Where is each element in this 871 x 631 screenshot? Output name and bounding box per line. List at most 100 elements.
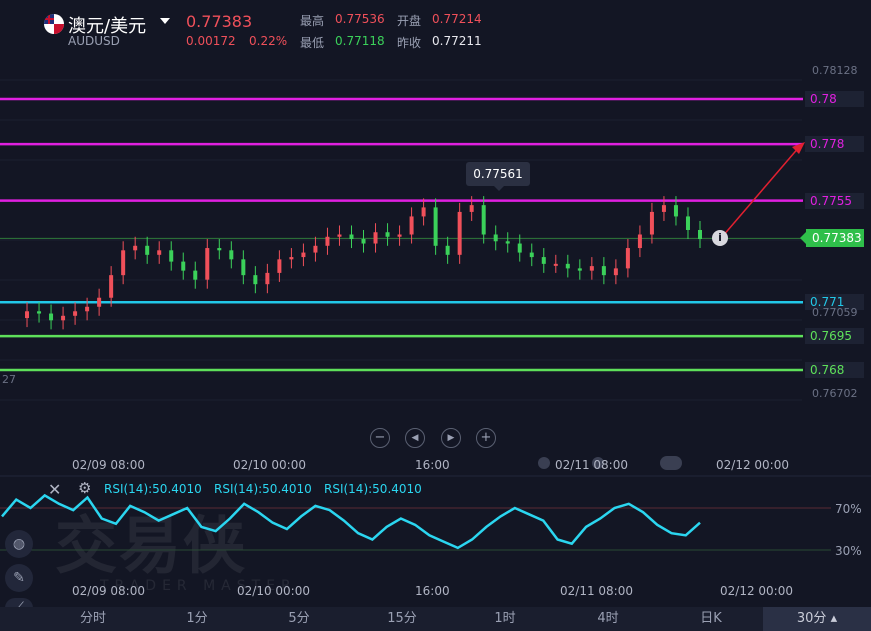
candle-body	[133, 245, 138, 251]
rsi-upper-label: 70%	[835, 502, 862, 516]
candle-body	[601, 266, 606, 276]
level-label: 0.78	[805, 91, 864, 107]
indicator-icon[interactable]: ◍	[5, 530, 33, 558]
candle-body	[637, 234, 642, 249]
tab-5min[interactable]: 5分	[268, 607, 330, 631]
price-axis-label: 0.76702	[812, 387, 858, 400]
candle-body	[589, 266, 594, 271]
time-axis-label: 16:00	[415, 458, 450, 472]
scroll-right-button[interactable]: ▶	[441, 428, 461, 448]
zoom-in-button[interactable]: +	[476, 428, 496, 448]
candle-body	[49, 313, 54, 321]
left-edge-label: 27	[2, 373, 16, 386]
candle-body	[673, 205, 678, 217]
level-label: 0.778	[805, 136, 864, 153]
toggle-icon	[538, 457, 550, 469]
period-tab-bar: 分时 1分 5分 15分 1时 4时 日K 30分 ▴	[0, 607, 871, 631]
time-axis-label: 02/10 00:00	[233, 458, 306, 472]
candle-body	[517, 243, 522, 253]
candle-body	[265, 272, 270, 285]
rsi-time-axis-label: 02/09 08:00	[72, 584, 145, 598]
candle-body	[529, 252, 534, 258]
candle-body	[698, 229, 702, 240]
candle-body	[337, 234, 342, 237]
price-axis-label: 0.77059	[812, 306, 858, 319]
gear-icon[interactable]: ⚙	[78, 479, 91, 497]
candle-body	[397, 234, 402, 237]
candle-body	[565, 263, 570, 269]
rsi-time-axis-label: 02/10 00:00	[237, 584, 310, 598]
level-label: 0.7755	[805, 192, 864, 209]
candle-body	[553, 263, 558, 266]
candle-body	[61, 315, 66, 321]
tab-1hour[interactable]: 1时	[474, 607, 536, 631]
candle-body	[349, 234, 354, 240]
time-axis-label: 02/09 08:00	[72, 458, 145, 472]
candle-body	[577, 268, 582, 271]
tab-4hour[interactable]: 4时	[577, 607, 639, 631]
candle-body	[97, 297, 102, 307]
toggle-icon	[660, 456, 682, 470]
rsi-time-axis-label: 02/12 00:00	[720, 584, 793, 598]
tab-1min[interactable]: 1分	[166, 607, 228, 631]
candle-body	[685, 216, 690, 230]
scroll-left-button[interactable]: ◀	[405, 428, 425, 448]
time-axis-label: 02/11 08:00	[555, 458, 628, 472]
candle-body	[505, 241, 510, 244]
candle-body	[73, 311, 78, 316]
rsi-lower-label: 30%	[835, 544, 862, 558]
level-label: 0.7695	[805, 328, 864, 345]
candle-body	[481, 205, 486, 235]
candle-body	[409, 216, 414, 235]
level-label: 0.768	[805, 362, 864, 378]
candle-body	[313, 245, 318, 253]
candle-body	[229, 250, 234, 260]
candle-body	[205, 248, 210, 280]
candle-body	[385, 232, 390, 237]
price-chart[interactable]	[0, 0, 871, 607]
candle-body	[541, 257, 546, 264]
rsi-line	[1, 493, 701, 550]
candle-body	[157, 250, 162, 255]
candle-body	[457, 211, 462, 255]
info-icon[interactable]: i	[712, 230, 728, 246]
rsi-label: RSI(14):50.4010	[214, 482, 312, 496]
zoom-out-button[interactable]: −	[370, 428, 390, 448]
candle-body	[253, 275, 258, 285]
candle-body	[241, 259, 246, 276]
tab-daily[interactable]: 日K	[680, 607, 742, 631]
rsi-time-axis-label: 16:00	[415, 584, 450, 598]
candle-body	[37, 311, 42, 314]
time-axis-label: 02/12 00:00	[716, 458, 789, 472]
candle-body	[469, 205, 474, 212]
candle-body	[277, 259, 282, 273]
price-axis-label: 0.78128	[812, 64, 858, 77]
candle-body	[169, 250, 174, 262]
tab-timeshare[interactable]: 分时	[62, 607, 124, 631]
rsi-time-axis-label: 02/11 08:00	[560, 584, 633, 598]
high-tooltip: 0.77561	[466, 162, 530, 191]
tab-15min[interactable]: 15分	[371, 607, 433, 631]
candle-body	[373, 232, 378, 244]
candle-body	[613, 268, 618, 276]
candle-body	[493, 234, 498, 242]
tab-30min[interactable]: 30分 ▴	[763, 607, 871, 631]
pencil-icon[interactable]: ✎	[5, 564, 33, 592]
candle-body	[145, 245, 150, 255]
candle-body	[25, 311, 30, 319]
close-icon[interactable]: ✕	[48, 480, 61, 499]
rsi-label: RSI(14):50.4010	[104, 482, 202, 496]
current-price-tag: 0.77383	[800, 229, 864, 247]
candle-body	[625, 248, 630, 269]
candle-body	[649, 211, 654, 235]
rsi-label: RSI(14):50.4010	[324, 482, 422, 496]
candle-body	[121, 250, 126, 276]
candle-body	[433, 207, 438, 246]
candle-body	[181, 261, 186, 271]
candle-body	[445, 245, 450, 255]
candle-body	[289, 257, 294, 260]
candle-body	[193, 270, 198, 280]
candle-body	[421, 207, 426, 217]
candle-body	[217, 248, 222, 251]
candle-body	[661, 205, 666, 212]
